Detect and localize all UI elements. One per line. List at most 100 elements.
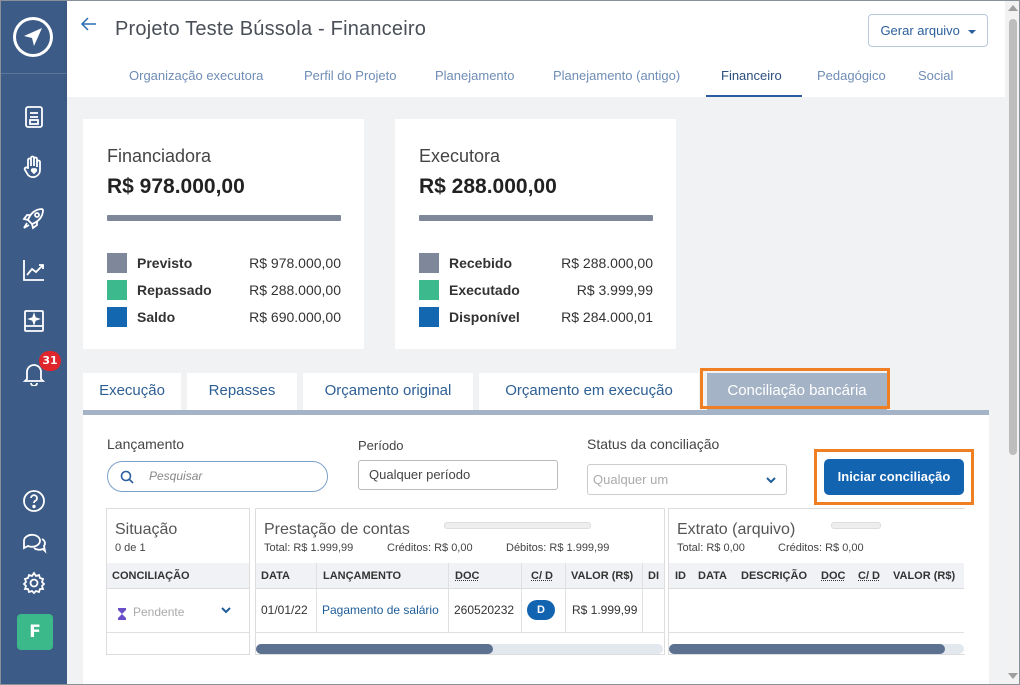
- tab-orcamento-execucao[interactable]: Orçamento em execução: [479, 373, 699, 410]
- search-placeholder: Pesquisar: [149, 469, 203, 483]
- card-amount: R$ 288.000,00: [419, 175, 557, 198]
- page-title: Projeto Teste Bússola - Financeiro: [115, 18, 427, 40]
- col-cd[interactable]: C/ D: [858, 563, 880, 589]
- generate-file-label: Gerar arquivo: [880, 23, 960, 38]
- situacao-count: 0 de 1: [115, 542, 146, 554]
- legend-label: Recebido: [449, 255, 513, 271]
- chat-icon[interactable]: [21, 529, 47, 555]
- extrato-progress-bar: [831, 522, 881, 529]
- legend-value: R$ 284.000,01: [561, 309, 653, 325]
- notification-badge[interactable]: 31: [39, 351, 61, 371]
- legend-row-repassado: Repassado R$ 288.000,00: [107, 280, 341, 300]
- col-doc[interactable]: DOC: [821, 563, 845, 589]
- status-label: Status da conciliação: [587, 436, 720, 452]
- scroll-down-arrow-icon[interactable]: [1008, 673, 1018, 679]
- caret-down-icon: [967, 29, 976, 34]
- col-conciliacao[interactable]: CONCILIAÇÃO: [112, 563, 190, 589]
- col-lancamento[interactable]: LANÇAMENTO: [323, 563, 401, 589]
- extrato-title: Extrato (arquivo): [677, 521, 796, 538]
- col-data[interactable]: DATA: [261, 563, 290, 589]
- legend-value: R$ 978.000,00: [249, 255, 341, 271]
- col-divider: [521, 563, 522, 633]
- legend-swatch: [419, 307, 439, 327]
- row-valor: R$ 1.999,99: [572, 603, 638, 617]
- chart-line-icon[interactable]: [21, 257, 47, 283]
- generate-file-button[interactable]: Gerar arquivo: [868, 14, 988, 47]
- gear-icon[interactable]: [21, 570, 47, 596]
- start-reconciliation-button[interactable]: Iniciar conciliação: [824, 459, 964, 495]
- col-doc[interactable]: DOC: [455, 563, 479, 589]
- card-title: Financiadora: [107, 146, 212, 166]
- highlight-box-tab: [700, 368, 890, 409]
- extrato-creditos: Créditos: R$ 0,00: [778, 542, 864, 554]
- legend-swatch: [107, 253, 127, 273]
- col-descricao[interactable]: DESCRIÇÃO: [741, 563, 807, 589]
- legend-swatch: [419, 253, 439, 273]
- legend-value: R$ 288.000,00: [249, 282, 341, 298]
- user-avatar[interactable]: F: [17, 614, 53, 650]
- periodo-input[interactable]: Qualquer período: [358, 460, 558, 490]
- lancamento-label: Lançamento: [107, 436, 185, 452]
- legend-value: R$ 3.999,99: [576, 282, 653, 298]
- card-progress-bar: [419, 215, 653, 221]
- legend-value: R$ 288.000,00: [561, 255, 653, 271]
- legend-label: Executado: [449, 282, 520, 298]
- book-icon[interactable]: [21, 308, 47, 334]
- tab-financeiro[interactable]: Financeiro: [721, 57, 782, 97]
- extrato-scroll-thumb[interactable]: [669, 644, 945, 654]
- legend-swatch: [419, 280, 439, 300]
- row-lancamento-link[interactable]: Pagamento de salário: [322, 603, 439, 617]
- sidebar: 31 F: [1, 1, 67, 684]
- col-divider: [316, 563, 317, 633]
- help-icon[interactable]: [21, 488, 47, 514]
- hand-heart-icon[interactable]: [21, 154, 47, 180]
- legend-label: Disponível: [449, 309, 520, 325]
- tab-execucao[interactable]: Execução: [83, 373, 181, 410]
- tab-perfil-projeto[interactable]: Perfil do Projeto: [304, 57, 397, 97]
- compass-logo-icon[interactable]: [13, 17, 53, 57]
- back-arrow-icon[interactable]: [79, 14, 99, 34]
- legend-label: Repassado: [137, 282, 212, 298]
- tab-planejamento-antigo[interactable]: Planejamento (antigo): [553, 57, 680, 97]
- extrato-total: Total: R$ 0,00: [677, 542, 745, 554]
- status-select[interactable]: Qualquer um: [587, 464, 787, 495]
- row-divider: [107, 632, 249, 633]
- tab-social[interactable]: Social: [918, 57, 953, 97]
- legend-label: Saldo: [137, 309, 176, 325]
- card-progress-bar: [107, 215, 341, 221]
- rocket-icon[interactable]: [21, 205, 47, 231]
- chevron-down-icon: [766, 477, 776, 484]
- col-id[interactable]: ID: [675, 563, 686, 589]
- legend-label: Previsto: [137, 255, 193, 271]
- tab-pedagogico[interactable]: Pedagógico: [817, 57, 886, 97]
- search-input[interactable]: Pesquisar: [107, 461, 328, 492]
- prestacao-scroll-thumb[interactable]: [256, 644, 493, 654]
- search-icon: [120, 470, 134, 484]
- col-valor[interactable]: VALOR (R$): [893, 563, 955, 589]
- col-valor[interactable]: VALOR (R$): [571, 563, 633, 589]
- card-executora: Executora R$ 288.000,00 Recebido R$ 288.…: [395, 119, 676, 349]
- scroll-up-arrow-icon[interactable]: [1008, 5, 1018, 11]
- legend-row-disponivel: Disponível R$ 284.000,01: [419, 307, 653, 327]
- debit-badge: D: [527, 600, 555, 620]
- col-data[interactable]: DATA: [698, 563, 727, 589]
- row-data: 01/01/22: [261, 603, 308, 617]
- vertical-scroll-thumb[interactable]: [1009, 19, 1017, 455]
- col-cd[interactable]: C/ D: [531, 563, 553, 589]
- col-divider: [642, 563, 643, 633]
- page-header: Projeto Teste Bússola - Financeiro Gerar…: [67, 1, 1005, 97]
- legend-row-previsto: Previsto R$ 978.000,00: [107, 253, 341, 273]
- tab-repasses[interactable]: Repasses: [187, 373, 297, 410]
- tab-orcamento-original[interactable]: Orçamento original: [303, 373, 473, 410]
- row-divider: [256, 632, 664, 633]
- app-window: 31 F Projeto Teste Bússola - Financeiro …: [0, 0, 1020, 685]
- col-di[interactable]: DI: [648, 563, 659, 589]
- situacao-title: Situação: [115, 521, 178, 538]
- legend-swatch: [107, 307, 127, 327]
- tab-planejamento[interactable]: Planejamento: [435, 57, 515, 97]
- document-icon[interactable]: [21, 104, 47, 130]
- legend-swatch: [107, 280, 127, 300]
- chevron-down-icon[interactable]: [220, 607, 232, 615]
- periodo-label: Período: [358, 438, 404, 453]
- tab-organizacao-executora[interactable]: Organização executora: [129, 57, 263, 97]
